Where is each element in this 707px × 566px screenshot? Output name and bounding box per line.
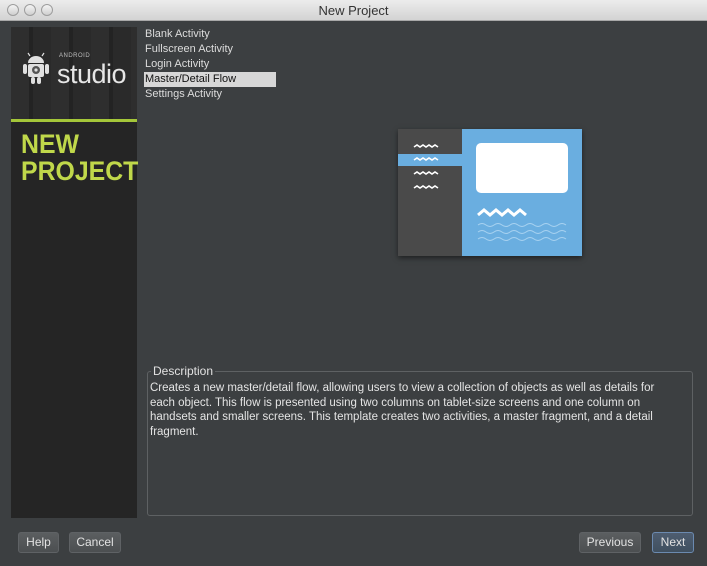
android-studio-logo: ANDROID studio [11, 27, 137, 119]
logo-wordmark: studio [57, 59, 127, 89]
template-item[interactable]: Login Activity [144, 57, 276, 72]
new-project-heading: NEW PROJECT [21, 129, 139, 186]
template-list: Blank Activity Fullscreen Activity Login… [144, 27, 276, 102]
heading-line-1: NEW [21, 129, 79, 159]
description-heading: Description [151, 364, 216, 378]
next-button[interactable]: Next [652, 532, 694, 553]
description-text: Creates a new master/detail flow, allowi… [150, 382, 655, 438]
window-title: New Project [318, 3, 389, 18]
template-item[interactable]: Settings Activity [144, 87, 276, 102]
template-item[interactable]: Fullscreen Activity [144, 42, 276, 57]
template-item-selected[interactable]: Master/Detail Flow [144, 72, 276, 87]
previous-button[interactable]: Previous [579, 532, 641, 553]
sidebar: ANDROID studio NEW PROJECT [11, 27, 139, 518]
heading-line-2: PROJECT [21, 156, 139, 186]
android-robot-icon [23, 52, 49, 84]
accent-divider [11, 119, 137, 122]
title-bar: New Project [0, 0, 707, 21]
master-detail-preview-icon [398, 129, 582, 256]
help-button[interactable]: Help [18, 532, 59, 553]
template-item[interactable]: Blank Activity [144, 27, 276, 42]
cancel-button[interactable]: Cancel [69, 532, 121, 553]
